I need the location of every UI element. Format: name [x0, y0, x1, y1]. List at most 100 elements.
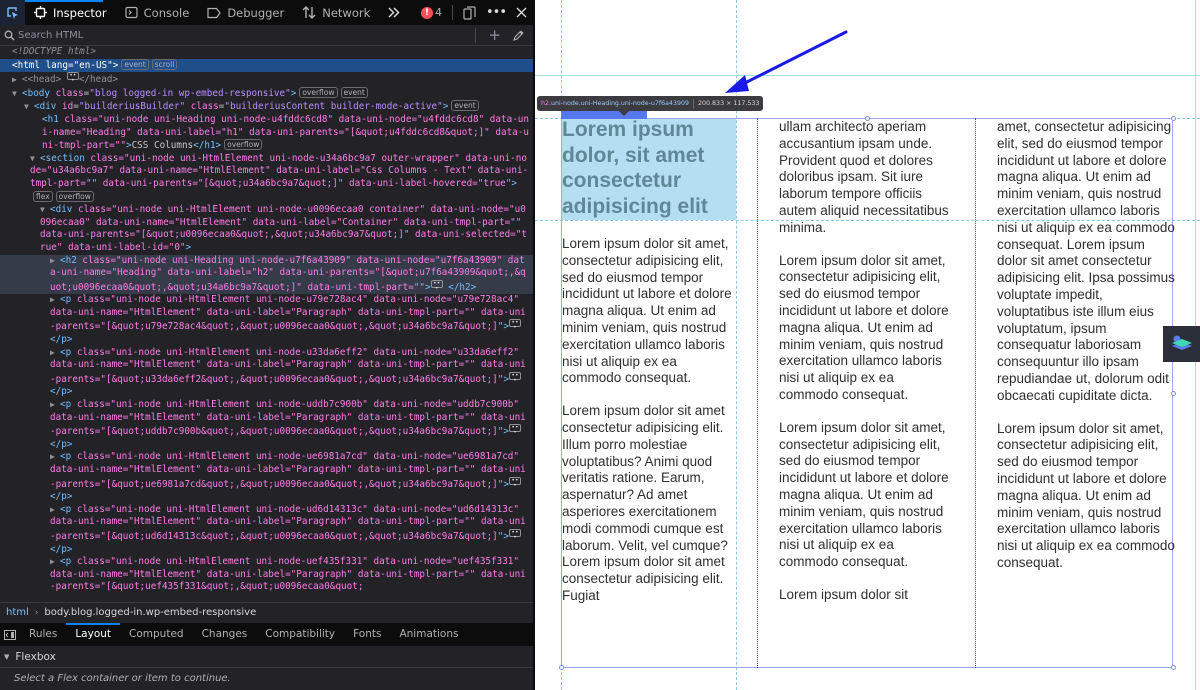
paragraph-node[interactable]: ▶ <p class="uni-node uni-HtmlElement uni-… — [0, 399, 533, 451]
ellipsis-icon[interactable]: ••• — [430, 279, 443, 291]
doctype-text: <!DOCTYPE html> — [12, 46, 96, 57]
doctype-node[interactable]: <!DOCTYPE html> — [0, 46, 533, 59]
console-icon — [125, 6, 138, 19]
paragraph[interactable]: Lorem ipsum dolor sit amet, consectetur … — [779, 420, 954, 571]
ellipsis-icon[interactable]: ••• — [508, 319, 521, 331]
tab-inspector-label: Inspector — [53, 5, 107, 20]
resize-handle[interactable] — [559, 665, 564, 670]
paragraph-node[interactable]: ▶ <p class="uni-node uni-HtmlElement uni-… — [0, 347, 533, 399]
flex-badge[interactable]: flex — [33, 190, 53, 202]
container-tag: div — [55, 204, 73, 216]
tab-rules[interactable]: Rules — [20, 623, 66, 646]
ellipsis-icon[interactable]: ••• — [66, 72, 79, 84]
paragraph-node[interactable]: ▶ <p class="uni-node uni-HtmlElement uni-… — [0, 294, 533, 346]
flexbox-section-header[interactable]: ▼ Flexbox — [0, 646, 533, 668]
paragraph-node[interactable]: ▶ <p class="uni-node uni-HtmlElement uni-… — [0, 556, 533, 594]
expand-triangle-icon[interactable]: ▶ — [12, 74, 22, 87]
container-node[interactable]: ▼ <div class="uni-node uni-HtmlElement un… — [0, 204, 533, 254]
paragraph[interactable]: Lorem ipsum dolor sit amet, consectetur … — [779, 253, 954, 404]
more-options-icon[interactable]: ••• — [486, 5, 507, 20]
eyedropper-icon[interactable] — [513, 29, 525, 41]
expand-triangle-icon[interactable]: ▶ — [50, 399, 60, 412]
paragraph[interactable]: Lorem ipsum dolor sit amet consectetur a… — [562, 403, 737, 605]
network-icon — [302, 6, 316, 19]
expand-triangle-icon[interactable]: ▶ — [50, 451, 60, 464]
section-node[interactable]: ▼ <section class="uni-node uni-HtmlElemen… — [0, 153, 533, 204]
expand-triangle-icon[interactable]: ▶ — [50, 294, 60, 307]
builder-div-node[interactable]: ▼ <div id="builderiusBuilder" class="buil… — [0, 100, 533, 114]
ellipsis-icon[interactable]: ••• — [508, 476, 521, 488]
breadcrumb-html[interactable]: html — [6, 607, 29, 618]
tab-computed[interactable]: Computed — [120, 623, 193, 646]
tab-console[interactable]: Console — [116, 0, 199, 25]
close-icon[interactable] — [516, 7, 527, 18]
paragraph[interactable]: ullam architecto aperiam accusantium ips… — [779, 119, 954, 237]
tab-debugger[interactable]: Debugger — [198, 0, 293, 25]
error-count-badge[interactable]: ! 4 — [420, 6, 442, 19]
container-label-chip — [561, 110, 647, 119]
resize-handle[interactable] — [1171, 665, 1176, 670]
overflow-badge[interactable]: overflow — [55, 190, 94, 202]
overflow-badge[interactable]: overflow — [299, 86, 338, 98]
h2-node[interactable]: ▶ <h2 class="uni-node uni-Heading uni-nod… — [0, 254, 533, 295]
paragraph[interactable]: Lorem ipsum dolor sit amet, consectetur … — [562, 236, 737, 387]
toggle-sidebar-button[interactable] — [0, 629, 20, 640]
expand-triangle-icon[interactable]: ▶ — [50, 504, 60, 517]
paragraph[interactable]: Lorem ipsum dolor sit — [779, 587, 954, 604]
h1-node[interactable]: <h1 class="uni-node uni-Heading uni-node… — [0, 114, 533, 153]
p-tag: p — [65, 294, 72, 306]
collapse-triangle-icon[interactable]: ▼ — [12, 88, 22, 101]
head-node[interactable]: ▶ <<head> ••• </head> — [0, 72, 533, 87]
double-chevron-icon — [388, 7, 400, 18]
more-tools-button[interactable] — [379, 0, 409, 25]
page-viewport: Lorem ipsum dolor, sit amet consectetur … — [535, 0, 1200, 690]
paragraph-node[interactable]: ▶ <p class="uni-node uni-HtmlElement uni-… — [0, 504, 533, 556]
p-attributes: class="uni-node uni-HtmlElement uni-node… — [50, 346, 526, 385]
markup-tree[interactable]: <!DOCTYPE html> <html lang="en-US"> event… — [0, 46, 533, 602]
collapse-triangle-icon[interactable]: ▼ — [24, 101, 34, 114]
html-node[interactable]: <html lang="en-US"> event scroll — [0, 58, 533, 73]
ellipsis-icon[interactable]: ••• — [508, 528, 521, 540]
tab-animations[interactable]: Animations — [390, 623, 467, 646]
column-2: ullam architecto aperiam accusantium ips… — [779, 119, 954, 620]
tab-changes[interactable]: Changes — [193, 623, 257, 646]
event-badge[interactable]: event — [121, 58, 149, 70]
tab-compatibility[interactable]: Compatibility — [256, 623, 344, 646]
ellipsis-icon[interactable]: ••• — [508, 424, 521, 436]
breadcrumb-body[interactable]: body.blog.logged-in.wp-embed-responsive — [44, 607, 256, 618]
event-badge[interactable]: event — [340, 86, 368, 98]
columns-heading[interactable]: Lorem ipsum dolor, sit amet consectetur … — [562, 117, 742, 219]
search-html-input[interactable] — [18, 29, 458, 41]
tab-debugger-label: Debugger — [227, 5, 285, 20]
paragraph-node[interactable]: ▶ <p class="uni-node uni-HtmlElement uni-… — [0, 451, 533, 503]
event-badge[interactable]: event — [451, 100, 479, 112]
tab-fonts[interactable]: Fonts — [344, 623, 390, 646]
expand-triangle-icon[interactable]: ▶ — [50, 255, 60, 268]
tab-layout[interactable]: Layout — [66, 623, 120, 646]
tooltip-caret — [619, 111, 629, 116]
collapse-triangle-icon[interactable]: ▼ — [30, 153, 40, 166]
paragraph[interactable]: amet, consectetur adipisicing elit, sed … — [997, 119, 1175, 405]
tab-network[interactable]: Network — [293, 0, 379, 25]
builder-layers-button[interactable] — [1163, 326, 1200, 362]
column-rule — [757, 118, 758, 668]
tab-inspector[interactable]: Inspector — [25, 0, 116, 25]
layers-icon — [1171, 335, 1192, 350]
body-node[interactable]: ▼ <body class="blog logged-in wp-embed-re… — [0, 86, 533, 101]
plus-icon[interactable]: + — [488, 27, 501, 43]
ellipsis-icon[interactable]: ••• — [508, 371, 521, 383]
toolbar-divider — [451, 5, 453, 20]
expand-triangle-icon[interactable]: ▶ — [50, 556, 60, 569]
expand-triangle-icon[interactable]: ▶ — [50, 347, 60, 360]
responsive-design-icon[interactable] — [463, 5, 476, 20]
scroll-badge[interactable]: scroll — [151, 58, 178, 70]
element-picker-button[interactable] — [0, 0, 25, 25]
section-attributes: class="uni-node uni-HtmlElement uni-node… — [30, 152, 529, 189]
overflow-badge[interactable]: overflow — [224, 139, 263, 151]
tab-network-label: Network — [322, 5, 371, 20]
h1-text: CSS Columns — [131, 140, 194, 152]
collapse-triangle-icon[interactable]: ▼ — [40, 204, 50, 217]
error-icon: ! — [420, 6, 433, 19]
p-attributes: class="uni-node uni-HtmlElement uni-node… — [50, 503, 526, 542]
paragraph[interactable]: Lorem ipsum dolor sit amet, consectetur … — [997, 421, 1175, 572]
